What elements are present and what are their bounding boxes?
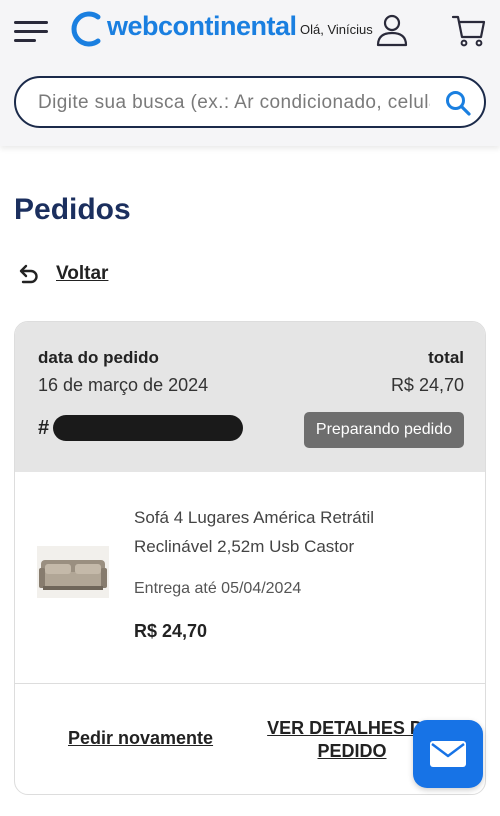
- order-date-value: 16 de março de 2024: [38, 375, 209, 395]
- cart-icon[interactable]: [451, 13, 487, 49]
- order-total-value: R$ 24,70: [390, 375, 464, 395]
- user-greeting[interactable]: Olá, Vinícius: [300, 22, 373, 37]
- order-card-header: data do pedido 16 de março de 2024 total…: [15, 322, 485, 472]
- back-link[interactable]: Voltar: [16, 262, 108, 286]
- order-card: data do pedido 16 de março de 2024 total…: [14, 321, 486, 795]
- logo-text: webcontinental: [107, 10, 297, 41]
- delivery-date: Entrega até 05/04/2024: [134, 580, 302, 597]
- mail-icon: [430, 741, 466, 767]
- site-header: webcontinental Olá, Vinícius: [0, 0, 500, 146]
- search-icon[interactable]: [444, 89, 472, 117]
- logo-c-mark: [71, 11, 101, 47]
- order-number-prefix: #: [38, 417, 50, 439]
- search-bar: [14, 76, 486, 128]
- product-thumbnail[interactable]: [37, 546, 109, 598]
- search-input[interactable]: [38, 89, 430, 117]
- user-icon[interactable]: [374, 12, 410, 48]
- order-number-redacted: [53, 415, 243, 441]
- card-divider: [15, 683, 485, 684]
- contact-mail-button[interactable]: [413, 720, 483, 788]
- order-total-label: total: [428, 348, 464, 367]
- back-label[interactable]: Voltar: [56, 263, 108, 285]
- webcontinental-logo[interactable]: webcontinental: [70, 6, 297, 50]
- page-title: Pedidos: [14, 193, 131, 226]
- reorder-button[interactable]: Pedir novamente: [68, 728, 213, 749]
- hamburger-menu-icon[interactable]: [14, 18, 52, 46]
- order-date-label: data do pedido: [38, 348, 159, 367]
- product-price: R$ 24,70: [134, 621, 208, 641]
- view-order-details-button[interactable]: VER DETALHES DO PEDIDO: [267, 717, 437, 763]
- order-status-badge: Preparando pedido: [303, 412, 464, 448]
- back-arrow-icon: [19, 264, 38, 284]
- product-name[interactable]: Sofá 4 Lugares América Retrátil Reclináv…: [134, 503, 434, 561]
